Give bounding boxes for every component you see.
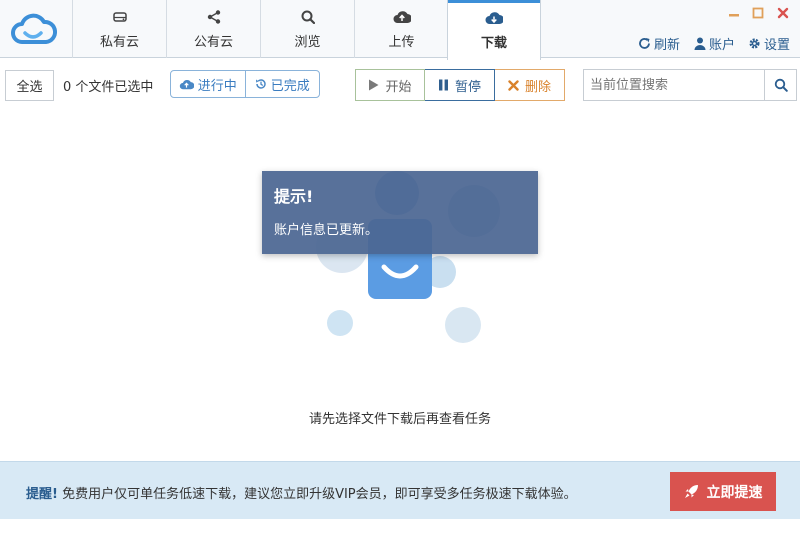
toast-message: 账户信息已更新。 bbox=[274, 223, 379, 238]
pause-icon bbox=[438, 79, 448, 91]
delete-button[interactable]: 删除 bbox=[495, 69, 565, 101]
play-icon bbox=[369, 79, 379, 91]
tab-label: 浏览 bbox=[294, 35, 321, 50]
upgrade-banner: 提醒! 免费用户仅可单任务低速下载，建议您立即升级VIP会员，即可享受多任务极速… bbox=[0, 461, 800, 519]
settings-button[interactable]: 设置 bbox=[748, 34, 790, 53]
filter-completed-label: 已完成 bbox=[270, 78, 310, 94]
empty-message: 请先选择文件下载后再查看任务 bbox=[308, 412, 491, 427]
delete-icon bbox=[508, 79, 519, 91]
app-logo bbox=[8, 6, 58, 52]
search-input[interactable] bbox=[583, 69, 764, 101]
settings-label: 设置 bbox=[764, 38, 791, 53]
toast-title: 提示! bbox=[274, 187, 314, 206]
cloud-upload-icon bbox=[393, 8, 411, 26]
minimize-icon bbox=[729, 14, 739, 17]
user-icon bbox=[694, 37, 706, 50]
search-box bbox=[583, 69, 797, 101]
tab-download[interactable]: 下载 bbox=[447, 0, 541, 60]
filter-in-progress[interactable]: 进行中 bbox=[171, 71, 245, 97]
tab-public-cloud[interactable]: 公有云 bbox=[166, 0, 260, 58]
app-header: 私有云 公有云 浏览 上传 下载 刷新 账户 设置 bbox=[0, 0, 800, 60]
tab-label: 公有云 bbox=[193, 35, 233, 50]
refresh-button[interactable]: 刷新 bbox=[638, 34, 680, 53]
banner-prefix: 提醒! bbox=[26, 487, 58, 502]
notification-toast: 提示! 账户信息已更新。 bbox=[262, 171, 538, 254]
filter-in-progress-label: 进行中 bbox=[197, 78, 237, 94]
tab-label: 上传 bbox=[388, 35, 415, 50]
close-button[interactable] bbox=[775, 5, 791, 21]
selection-count: 0 个文件已选中 bbox=[63, 80, 154, 95]
gear-icon bbox=[749, 38, 760, 49]
search-icon bbox=[774, 78, 788, 92]
pause-button[interactable]: 暂停 bbox=[425, 69, 495, 101]
search-icon bbox=[301, 8, 315, 26]
search-button[interactable] bbox=[764, 69, 797, 101]
tab-label: 下载 bbox=[480, 36, 507, 51]
refresh-icon bbox=[639, 38, 650, 49]
tab-label: 私有云 bbox=[99, 35, 139, 50]
filter-completed[interactable]: 已完成 bbox=[244, 71, 320, 97]
status-filter: 进行中 已完成 bbox=[170, 70, 320, 98]
minimize-button[interactable] bbox=[726, 5, 742, 21]
task-controls: 开始 暂停 删除 bbox=[355, 69, 565, 101]
boost-button[interactable]: 立即提速 bbox=[670, 472, 776, 511]
maximize-icon bbox=[752, 7, 764, 19]
boost-label: 立即提速 bbox=[706, 484, 763, 501]
tab-browse[interactable]: 浏览 bbox=[260, 0, 354, 58]
toolbar: 全选 0 个文件已选中 进行中 已完成 开始 暂停 删除 bbox=[0, 58, 800, 110]
cloud-download-icon bbox=[485, 9, 503, 27]
close-icon bbox=[777, 7, 789, 19]
hard-drive-icon bbox=[112, 8, 127, 26]
account-label: 账户 bbox=[709, 38, 736, 53]
rocket-icon bbox=[684, 485, 698, 498]
cloud-transfer-icon bbox=[179, 79, 194, 89]
banner-text: 提醒! 免费用户仅可单任务低速下载，建议您立即升级VIP会员，即可享受多任务极速… bbox=[26, 483, 577, 502]
share-icon bbox=[207, 8, 221, 26]
history-icon bbox=[255, 79, 266, 89]
delete-label: 删除 bbox=[524, 79, 551, 95]
select-all-button[interactable]: 全选 bbox=[5, 70, 54, 101]
tab-private-cloud[interactable]: 私有云 bbox=[72, 0, 166, 58]
account-button[interactable]: 账户 bbox=[694, 34, 735, 53]
banner-message: 免费用户仅可单任务低速下载，建议您立即升级VIP会员，即可享受多任务极速下载体验… bbox=[62, 487, 577, 502]
tab-upload[interactable]: 上传 bbox=[354, 0, 448, 58]
maximize-button[interactable] bbox=[750, 5, 766, 21]
pause-label: 暂停 bbox=[454, 79, 481, 95]
refresh-label: 刷新 bbox=[654, 38, 681, 53]
start-button[interactable]: 开始 bbox=[355, 69, 425, 101]
start-label: 开始 bbox=[385, 79, 412, 95]
